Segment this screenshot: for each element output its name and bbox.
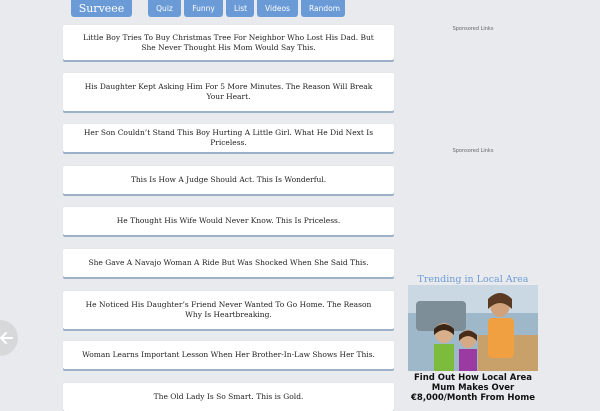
- nav-videos-button[interactable]: Videos: [257, 0, 298, 17]
- arrow-left-icon: [0, 332, 13, 344]
- nav-funny-button[interactable]: Funny: [184, 0, 223, 17]
- ad-headline[interactable]: Find Out How Local Area Mum Makes Over €…: [408, 373, 538, 403]
- site-logo[interactable]: Surveee: [71, 0, 132, 17]
- trending-title: Trending in Local Area: [417, 274, 529, 285]
- nav-quiz-button[interactable]: Quiz: [148, 0, 181, 17]
- article-link-3[interactable]: Her Son Couldn’t Stand This Boy Hurting …: [63, 124, 394, 152]
- article-link-2[interactable]: His Daughter Kept Asking Him For 5 More …: [63, 73, 394, 111]
- article-link-5[interactable]: He Thought His Wife Would Never Know. Th…: [63, 207, 394, 235]
- back-button[interactable]: [0, 320, 18, 356]
- article-link-6[interactable]: She Gave A Navajo Woman A Ride But Was S…: [63, 249, 394, 277]
- article-link-9[interactable]: The Old Lady Is So Smart. This is Gold.: [63, 383, 394, 411]
- top-nav-bar: Surveee Quiz Funny List Videos Random: [0, 0, 600, 18]
- article-link-7[interactable]: He Noticed His Daughter’s Friend Never W…: [63, 291, 394, 329]
- category-nav: Quiz Funny List Videos Random: [148, 0, 345, 17]
- nav-list-button[interactable]: List: [226, 0, 254, 17]
- ad-photo: [408, 285, 538, 371]
- article-link-8[interactable]: Woman Learns Important Lesson When Her B…: [63, 341, 394, 369]
- sponsored-links-label: Sponsored Links: [452, 26, 494, 32]
- article-link-4[interactable]: This Is How A Judge Should Act. This Is …: [63, 166, 394, 194]
- sponsored-links-label: Sponsored Links: [452, 148, 494, 154]
- nav-random-button[interactable]: Random: [301, 0, 345, 17]
- article-link-1[interactable]: Little Boy Tries To Buy Christmas Tree F…: [63, 25, 394, 60]
- ad-image[interactable]: [408, 285, 538, 371]
